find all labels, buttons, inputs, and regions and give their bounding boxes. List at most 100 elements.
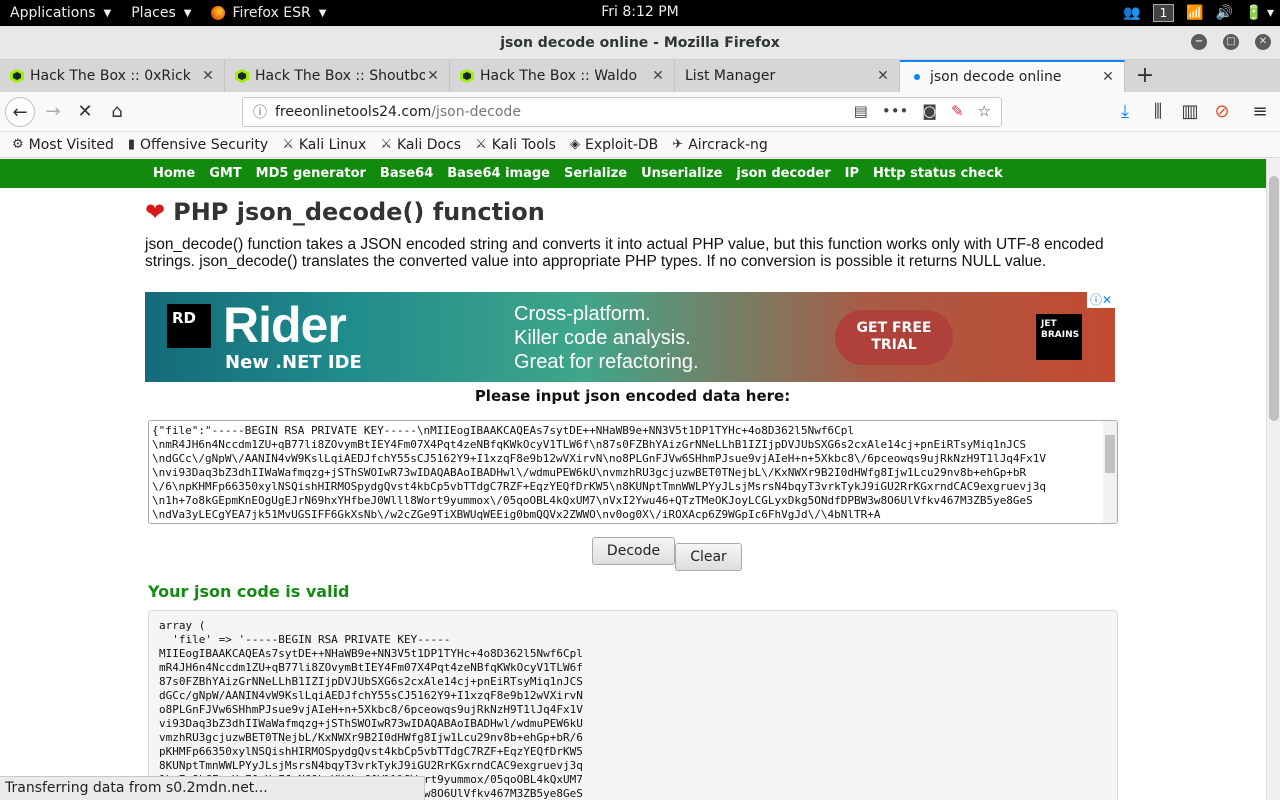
nav-home[interactable]: Home	[146, 166, 202, 181]
ad-copy: Cross-platform. Killer code analysis. Gr…	[514, 303, 699, 373]
exploit-db-icon: ◈	[569, 137, 580, 152]
info-icon[interactable]: ⓘ	[253, 102, 267, 122]
aircrack-icon: ✈	[672, 137, 684, 152]
power-icon[interactable]: 🔋 ▾	[1245, 5, 1274, 21]
extension-badge-icon[interactable]: ⊘	[1207, 97, 1237, 127]
extension-icon[interactable]: ✎	[951, 102, 964, 120]
window-titlebar[interactable]: json decode online - Mozilla Firefox − □…	[0, 26, 1280, 60]
close-tab-icon[interactable]: ✕	[650, 68, 666, 84]
status-bar: Transferring data from s0.2mdn.net...	[0, 776, 425, 800]
reader-view-icon[interactable]: ▤	[854, 102, 868, 120]
hackthebox-icon	[235, 69, 249, 83]
downloads-icon[interactable]: ⤓	[1110, 97, 1140, 127]
chevron-down-icon: ▼	[183, 7, 192, 19]
json-input-container: {"file":"-----BEGIN RSA PRIVATE KEY-----…	[148, 420, 1118, 524]
clear-button[interactable]: Clear	[675, 543, 742, 571]
json-input[interactable]: {"file":"-----BEGIN RSA PRIVATE KEY-----…	[149, 421, 1101, 521]
nav-gmt[interactable]: GMT	[202, 166, 248, 181]
ad-cta-button[interactable]: GET FREE TRIAL	[835, 310, 953, 365]
hackthebox-icon	[10, 69, 24, 83]
system-tray: 👥 1 📶 🔊 🔋 ▾	[1123, 0, 1274, 26]
tab-hack-the-box-shoutbox[interactable]: Hack The Box :: Shoutbox ✕	[225, 60, 450, 92]
tab-hack-the-box-waldo[interactable]: Hack The Box :: Waldo ✕	[450, 60, 675, 92]
close-tab-icon[interactable]: ✕	[425, 68, 441, 84]
wifi-icon[interactable]: 📶	[1186, 5, 1203, 21]
close-tab-icon[interactable]: ✕	[875, 68, 891, 84]
bookmark-star-icon[interactable]: ☆	[978, 102, 991, 120]
new-tab-button[interactable]: +	[1125, 60, 1165, 92]
stop-button[interactable]: ✕	[70, 97, 100, 127]
applications-menu[interactable]: Applications ▼	[0, 0, 121, 26]
page-title: ❤ PHP json_decode() function	[145, 198, 545, 226]
chevron-down-icon: ▼	[103, 7, 112, 19]
nav-http-status-check[interactable]: Http status check	[866, 166, 1010, 181]
heart-icon: ❤	[145, 198, 166, 226]
url-path: /json-decode	[431, 104, 521, 120]
chevron-down-icon: ▼	[318, 7, 327, 19]
hackthebox-icon	[460, 69, 474, 83]
advertisement-banner[interactable]: RD Rider New .NET IDE Cross-platform. Ki…	[145, 292, 1115, 382]
input-prompt: Please input json encoded data here:	[474, 387, 791, 405]
nav-ip[interactable]: IP	[838, 166, 866, 181]
tab-json-decode-online[interactable]: json decode online ✕	[900, 60, 1125, 92]
web-page: Home GMT MD5 generator Base64 Base64 ima…	[0, 158, 1266, 800]
nav-serialize[interactable]: Serialize	[557, 166, 634, 181]
home-button[interactable]: ⌂	[102, 97, 132, 127]
tab-hack-the-box-0xrick[interactable]: Hack The Box :: 0xRick ✕	[0, 60, 225, 92]
ad-brand-logo: JET BRAINS	[1036, 314, 1082, 360]
page-actions-icon[interactable]: •••	[882, 102, 909, 120]
places-menu[interactable]: Places ▼	[121, 0, 201, 26]
bookmark-aircrack-ng[interactable]: ✈ Aircrack-ng	[672, 137, 767, 153]
page-scrollbar[interactable]	[1266, 158, 1280, 800]
sidebar-icon[interactable]: ▥	[1175, 97, 1205, 127]
app-menu[interactable]: Firefox ESR ▼	[201, 0, 336, 26]
valid-message: Your json code is valid	[148, 582, 350, 601]
intro-text: json_decode() function takes a JSON enco…	[145, 236, 1104, 270]
ad-close-icon[interactable]: ⓘ✕	[1087, 292, 1115, 308]
nav-base64-image[interactable]: Base64 image	[440, 166, 557, 181]
bookmarks-toolbar: ⚙ Most Visited ▮ Offensive Security ⚔ Kali …	[0, 132, 1280, 158]
workspace-indicator[interactable]: 1	[1152, 4, 1175, 22]
tab-list-manager[interactable]: List Manager ✕	[675, 60, 900, 92]
url-domain: freeonlinetools24.com	[275, 104, 432, 120]
kali-dragon-icon: ⚔	[282, 137, 294, 152]
input-scrollbar[interactable]	[1103, 421, 1117, 523]
forward-button[interactable]: →	[38, 97, 68, 127]
pocket-icon[interactable]: ◙	[922, 102, 937, 120]
bookmark-offensive-security[interactable]: ▮ Offensive Security	[128, 137, 268, 153]
ad-rd-logo: RD	[167, 304, 211, 348]
system-top-bar: Applications ▼ Places ▼ Firefox ESR ▼ Fri 8…	[0, 0, 1280, 26]
nav-base64[interactable]: Base64	[373, 166, 440, 181]
people-icon[interactable]: 👥	[1123, 5, 1140, 21]
maximize-button[interactable]: □	[1223, 34, 1239, 50]
bookmark-most-visited[interactable]: ⚙ Most Visited	[12, 137, 114, 153]
input-scroll-thumb[interactable]	[1105, 435, 1115, 473]
loading-indicator-icon	[914, 74, 920, 80]
close-tab-icon[interactable]: ✕	[200, 68, 216, 84]
close-window-button[interactable]: ✕	[1255, 34, 1271, 50]
kali-dragon-icon: ⚔	[380, 137, 392, 152]
site-nav: Home GMT MD5 generator Base64 Base64 ima…	[0, 159, 1266, 188]
volume-icon[interactable]: 🔊	[1216, 5, 1233, 21]
bookmark-kali-docs[interactable]: ⚔ Kali Docs	[380, 137, 461, 153]
page-scroll-thumb[interactable]	[1269, 176, 1279, 421]
bookmark-kali-tools[interactable]: ⚔ Kali Tools	[475, 137, 556, 153]
nav-unserialize[interactable]: Unserialize	[634, 166, 729, 181]
bookmark-exploit-db[interactable]: ◈ Exploit-DB	[570, 137, 658, 153]
window-title: json decode online - Mozilla Firefox	[500, 35, 780, 51]
decoded-output: array ( 'file' => '-----BEGIN RSA PRIVAT…	[148, 610, 1118, 800]
tab-strip: Hack The Box :: 0xRick ✕ Hack The Box :: …	[0, 60, 1280, 92]
minimize-button[interactable]: −	[1191, 34, 1207, 50]
bookmark-kali-linux[interactable]: ⚔ Kali Linux	[282, 137, 366, 153]
library-icon[interactable]: ⫼	[1143, 97, 1173, 127]
decode-button[interactable]: Decode	[592, 537, 675, 565]
ad-product-name: Rider	[223, 297, 347, 353]
nav-json-decoder[interactable]: json decoder	[729, 166, 837, 181]
close-tab-icon[interactable]: ✕	[1100, 69, 1116, 85]
back-button[interactable]: ←	[5, 97, 35, 127]
url-bar[interactable]: ⓘ freeonlinetools24.com/json-decode ▤ ••…	[242, 97, 1002, 127]
kali-dragon-icon: ⚔	[475, 137, 487, 152]
nav-md5-generator[interactable]: MD5 generator	[249, 166, 373, 181]
offsec-icon: ▮	[127, 137, 136, 152]
hamburger-menu-icon[interactable]: ≡	[1245, 97, 1275, 127]
